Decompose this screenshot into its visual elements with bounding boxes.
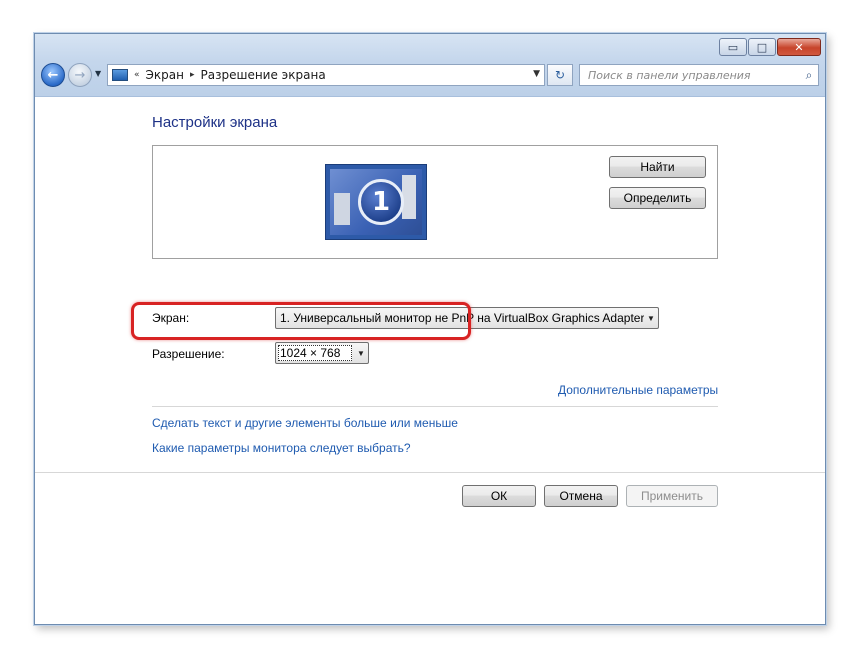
monitor-preview-panel: 1 Найти Определить bbox=[152, 145, 718, 259]
resolution-label: Разрешение: bbox=[152, 347, 225, 361]
ok-button[interactable]: ОК bbox=[462, 485, 536, 507]
minimize-button[interactable]: ▭ bbox=[719, 38, 747, 56]
control-panel-icon bbox=[112, 69, 128, 81]
chevron-down-icon: ▼ bbox=[647, 313, 655, 323]
breadcrumb-screen[interactable]: Экран bbox=[146, 68, 184, 82]
resolution-select[interactable]: 1024 × 768 ▼ bbox=[275, 342, 369, 364]
search-icon[interactable]: ⌕ bbox=[800, 68, 818, 83]
address-bar[interactable]: « Экран ▸ Разрешение экрана ▼ bbox=[107, 64, 545, 86]
monitor-window-right bbox=[402, 175, 416, 219]
text-size-link[interactable]: Сделать текст и другие элементы больше и… bbox=[152, 416, 458, 430]
chevron-down-icon: ▼ bbox=[357, 348, 365, 358]
apply-button: Применить bbox=[626, 485, 718, 507]
close-button[interactable]: ✕ bbox=[777, 38, 821, 56]
page-title: Настройки экрана bbox=[152, 114, 278, 131]
title-bar: ▭ □ ✕ ← → ▼ « Экран ▸ Разрешение экрана … bbox=[35, 34, 825, 97]
control-panel-window: ▭ □ ✕ ← → ▼ « Экран ▸ Разрешение экрана … bbox=[34, 33, 826, 625]
breadcrumb-screen-resolution[interactable]: Разрешение экрана bbox=[201, 68, 326, 82]
resolution-select-value: 1024 × 768 bbox=[278, 345, 352, 361]
resolution-highlight bbox=[131, 302, 471, 340]
monitor-number-badge: 1 bbox=[358, 179, 404, 225]
search-box[interactable]: ⌕ bbox=[579, 64, 819, 86]
divider bbox=[152, 406, 718, 407]
window-controls: ▭ □ ✕ bbox=[719, 38, 821, 56]
maximize-button[interactable]: □ bbox=[748, 38, 776, 56]
main-content: Настройки экрана 1 Найти Определить Экра… bbox=[35, 97, 825, 624]
breadcrumb-separator-icon[interactable]: ▸ bbox=[190, 70, 195, 80]
refresh-button[interactable]: ↻ bbox=[547, 64, 573, 86]
monitor-screen: 1 bbox=[330, 169, 422, 235]
address-overflow-icon[interactable]: « bbox=[134, 70, 140, 80]
recent-pages-dropdown-icon[interactable]: ▼ bbox=[95, 69, 101, 78]
cancel-button[interactable]: Отмена bbox=[544, 485, 618, 507]
find-button[interactable]: Найти bbox=[609, 156, 706, 178]
advanced-settings-link[interactable]: Дополнительные параметры bbox=[558, 383, 718, 397]
search-input[interactable] bbox=[586, 67, 800, 83]
back-button[interactable]: ← bbox=[41, 63, 65, 87]
address-dropdown-icon[interactable]: ▼ bbox=[533, 69, 540, 79]
monitor-help-link[interactable]: Какие параметры монитора следует выбрать… bbox=[152, 441, 411, 455]
monitor-icon[interactable]: 1 bbox=[325, 164, 427, 240]
identify-button[interactable]: Определить bbox=[609, 187, 706, 209]
footer-divider bbox=[35, 472, 825, 473]
monitor-window-left bbox=[334, 193, 350, 225]
forward-button[interactable]: → bbox=[68, 63, 92, 87]
